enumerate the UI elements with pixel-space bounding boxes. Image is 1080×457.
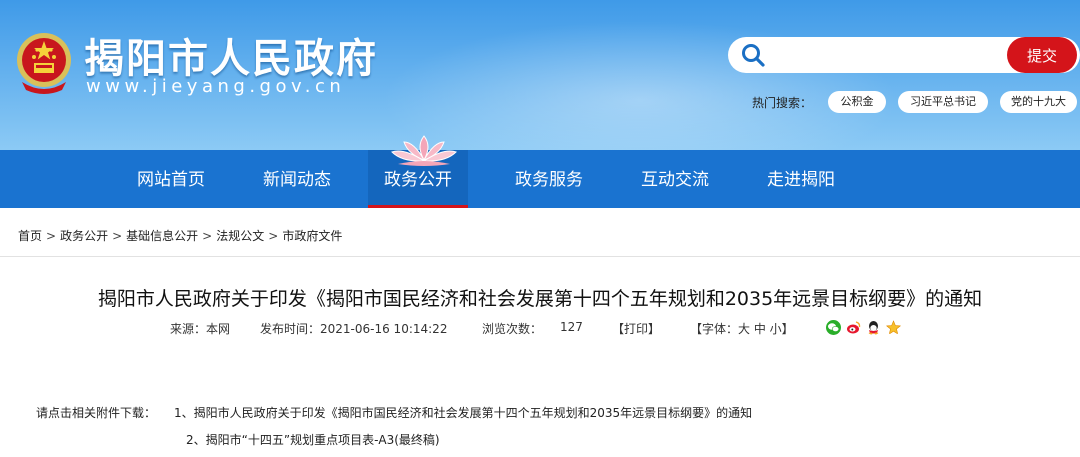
- search-input[interactable]: [772, 40, 1000, 70]
- print-link[interactable]: 【打印】: [612, 320, 660, 337]
- main-nav: 网站首页 新闻动态 政务公开 政务服务 互动交流 走进揭阳: [0, 150, 1080, 208]
- breadcrumb: 首页 > 政务公开 > 基础信息公开 > 法规公文 > 市政府文件: [18, 227, 342, 244]
- nav-item-news[interactable]: 新闻动态: [242, 150, 352, 208]
- attachments-label: 请点击相关附件下载：: [36, 406, 157, 420]
- search-icon[interactable]: [740, 42, 766, 68]
- national-emblem-icon: [17, 33, 71, 94]
- wechat-icon[interactable]: [826, 320, 841, 335]
- weibo-icon[interactable]: [846, 320, 861, 335]
- font-size-control[interactable]: 【字体：大 中 小】: [690, 320, 794, 337]
- qzone-icon[interactable]: [886, 320, 901, 335]
- attachment-link[interactable]: 1、揭阳市人民政府关于印发《揭阳市国民经济和社会发展第十四个五年规划和2035年…: [174, 404, 752, 421]
- qq-icon[interactable]: [866, 320, 881, 335]
- hot-search-label: 热门搜索：: [752, 96, 813, 110]
- breadcrumb-separator: >: [268, 229, 279, 243]
- breadcrumb-separator: >: [202, 229, 213, 243]
- hot-search-tag[interactable]: 习近平总书记: [898, 91, 988, 113]
- article-source: 来源：本网: [170, 322, 231, 336]
- submit-button[interactable]: 提交: [1007, 37, 1077, 73]
- attachment-link[interactable]: 2、揭阳市“十四五”规划重点项目表-A3(最终稿): [186, 431, 440, 448]
- breadcrumb-separator: >: [46, 229, 57, 243]
- nav-item-interaction[interactable]: 互动交流: [620, 150, 730, 208]
- article-title: 揭阳市人民政府关于印发《揭阳市国民经济和社会发展第十四个五年规划和2035年远景…: [97, 288, 983, 310]
- site-url[interactable]: www.jieyang.gov.cn: [86, 76, 345, 97]
- article-views-count: 127: [560, 320, 583, 334]
- nav-item-services[interactable]: 政务服务: [494, 150, 604, 208]
- breadcrumb-item[interactable]: 法规公文: [216, 229, 264, 243]
- hot-search-tag[interactable]: 党的十九大: [1000, 91, 1077, 113]
- breadcrumb-item[interactable]: 市政府文件: [282, 229, 342, 243]
- breadcrumb-item[interactable]: 首页: [18, 229, 42, 243]
- breadcrumb-divider: [0, 256, 1080, 257]
- breadcrumb-separator: >: [112, 229, 123, 243]
- lotus-icon: [391, 135, 457, 166]
- nav-item-home[interactable]: 网站首页: [116, 150, 226, 208]
- hot-search-tag[interactable]: 公积金: [828, 91, 886, 113]
- nav-item-about[interactable]: 走进揭阳: [746, 150, 856, 208]
- article-publish-time: 发布时间：2021-06-16 10:14:22: [260, 322, 448, 336]
- article-views-label: 浏览次数：: [482, 322, 543, 336]
- breadcrumb-item[interactable]: 基础信息公开: [126, 229, 198, 243]
- breadcrumb-item[interactable]: 政务公开: [60, 229, 108, 243]
